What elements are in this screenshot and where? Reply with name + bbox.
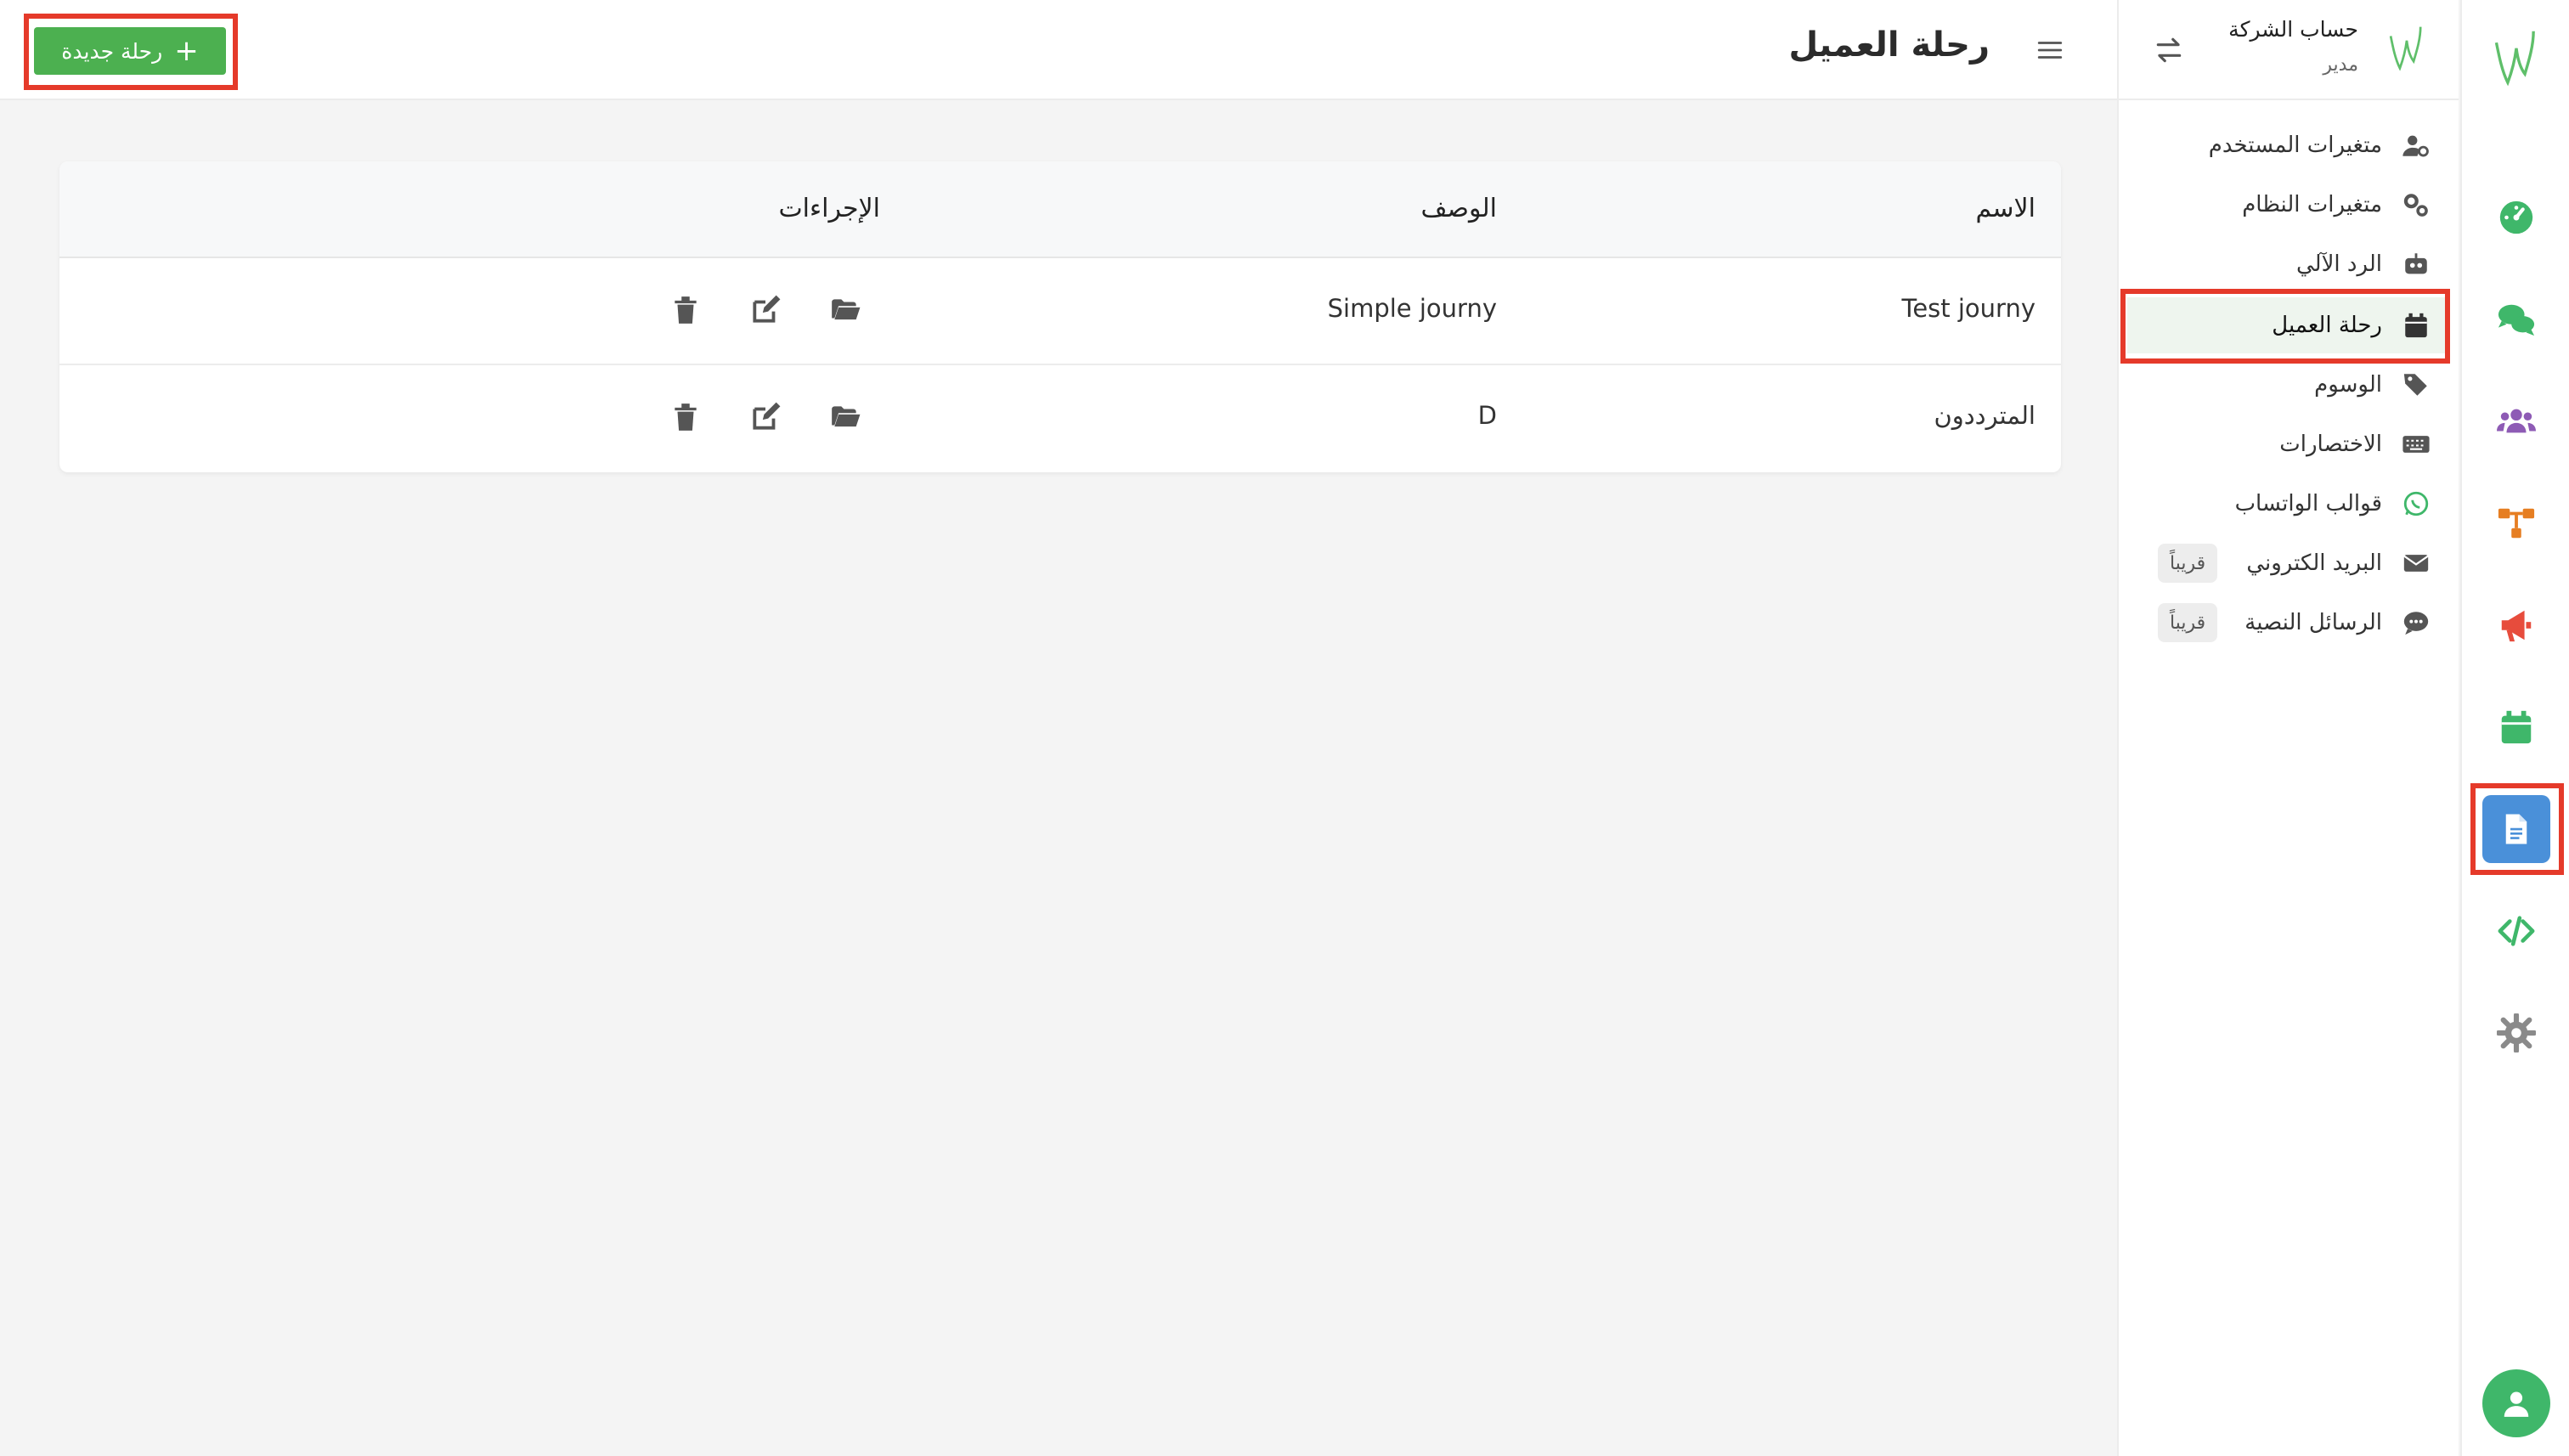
table-row: Test journy Simple journy: [59, 258, 2061, 365]
table-row: المترددون D: [59, 365, 2061, 472]
edit-icon[interactable]: [749, 401, 783, 435]
user-avatar[interactable]: [2482, 1369, 2550, 1437]
page-title: رحلة العميل: [1788, 25, 1990, 65]
tags-icon: [2399, 368, 2433, 402]
column-header-actions: الإجراءات: [778, 194, 880, 223]
coming-soon-badge: قريباً: [2158, 603, 2218, 642]
keyboard-icon: [2399, 427, 2433, 461]
document-icon: [2505, 814, 2527, 844]
coming-soon-badge: قريباً: [2158, 544, 2218, 583]
megaphone-icon: [2501, 610, 2532, 642]
settings-icon: [2497, 1013, 2536, 1052]
whatsapp-icon: [2399, 487, 2433, 521]
new-journey-button[interactable]: + رحلة جديدة: [34, 27, 226, 75]
folder-open-icon[interactable]: [829, 401, 863, 435]
sidebar-item-auto-reply[interactable]: الرد الآلي: [2127, 236, 2450, 292]
dashboard-icon: [2499, 200, 2533, 234]
rail-developer[interactable]: [2482, 897, 2550, 965]
company-name: حساب الشركة: [2228, 17, 2358, 42]
company-role: مدير: [2323, 54, 2358, 76]
trash-icon[interactable]: [669, 401, 703, 435]
sidebar-item-tags[interactable]: الوسوم: [2127, 357, 2450, 413]
sidebar-item-label: الاختصارات: [2279, 432, 2382, 457]
sidebar-item-user-variables[interactable]: متغيرات المستخدم: [2127, 117, 2450, 173]
company-logo-icon: [2389, 26, 2422, 71]
company-account: حساب الشركة مدير: [2119, 0, 2459, 100]
settings-sidebar: حساب الشركة مدير متغيرات المستخدم متغيرا…: [2117, 0, 2459, 1456]
row-description: Simple journy: [1327, 294, 1497, 323]
comment-dots-icon: [2399, 606, 2433, 640]
plus-icon: +: [174, 34, 199, 68]
chat-icon: [2498, 304, 2535, 336]
column-header-description: الوصف: [1420, 194, 1497, 223]
rail-calendar[interactable]: [2482, 693, 2550, 761]
gears-icon: [2399, 188, 2433, 222]
icon-rail: [2460, 0, 2569, 1456]
sidebar-item-shortcuts[interactable]: الاختصارات: [2127, 416, 2450, 472]
calendar-icon: [2399, 308, 2433, 342]
rail-flows[interactable]: [2482, 489, 2550, 557]
envelope-icon: [2399, 546, 2433, 580]
calendar-icon: [2501, 710, 2532, 744]
users-icon: [2497, 409, 2536, 433]
user-gear-icon: [2399, 128, 2433, 162]
sidebar-item-customer-journey[interactable]: رحلة العميل: [2127, 297, 2450, 353]
rail-contacts[interactable]: [2482, 387, 2550, 455]
rail-documents[interactable]: [2482, 795, 2550, 863]
folder-open-icon[interactable]: [829, 294, 863, 328]
sidebar-item-system-variables[interactable]: متغيرات النظام: [2127, 177, 2450, 233]
robot-icon: [2399, 247, 2433, 281]
sidebar-item-label: متغيرات المستخدم: [2208, 133, 2382, 158]
new-journey-label: رحلة جديدة: [61, 38, 163, 64]
sidebar-item-label: الرد الآلي: [2296, 251, 2382, 277]
row-description: D: [1477, 401, 1497, 430]
column-header-name: الاسم: [1975, 194, 2035, 223]
app-logo-icon[interactable]: [2482, 25, 2550, 97]
sidebar-item-label: متغيرات النظام: [2242, 192, 2382, 217]
hamburger-menu-icon[interactable]: [2035, 36, 2064, 65]
rail-settings[interactable]: [2482, 999, 2550, 1067]
rail-chat[interactable]: [2482, 285, 2550, 353]
switch-account-icon[interactable]: [2153, 34, 2185, 66]
sidebar-item-label: الوسوم: [2314, 372, 2382, 398]
flow-icon: [2498, 508, 2535, 539]
rail-campaigns[interactable]: [2482, 591, 2550, 659]
table-header: الاسم الوصف الإجراءات: [59, 161, 2061, 258]
row-name: Test journy: [1901, 294, 2035, 323]
trash-icon[interactable]: [669, 294, 703, 328]
rail-dashboard[interactable]: [2482, 183, 2550, 251]
sidebar-item-label: قوالب الواتساب: [2234, 491, 2382, 516]
code-icon: [2498, 916, 2535, 946]
sidebar-item-label: الرسائل النصية: [2244, 610, 2382, 635]
sidebar-item-label: البريد الكتروني: [2246, 550, 2382, 576]
app: + رحلة جديدة رحلة العميل الاسم الوصف الإ…: [0, 0, 2569, 1456]
row-name: المترددون: [1934, 401, 2035, 430]
sidebar-item-whatsapp-templates[interactable]: قوالب الواتساب: [2127, 476, 2450, 532]
user-icon: [2504, 1391, 2529, 1417]
sidebar-item-label: رحلة العميل: [2272, 313, 2382, 338]
edit-icon[interactable]: [749, 294, 783, 328]
journeys-table: الاسم الوصف الإجراءات Test journy Simple…: [59, 161, 2061, 472]
top-header: + رحلة جديدة رحلة العميل: [0, 0, 2119, 100]
